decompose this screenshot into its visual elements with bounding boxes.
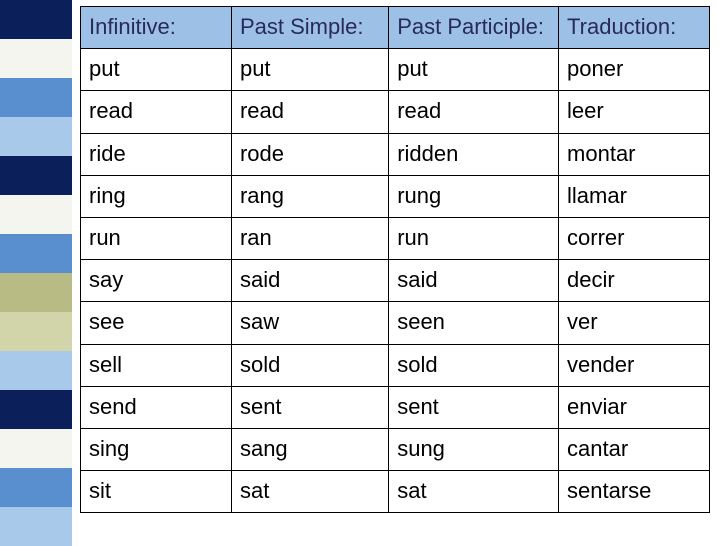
cell-infinitive: send [81, 386, 232, 428]
table-row: sitsatsatsentarse [81, 471, 710, 513]
cell-infinitive: sing [81, 428, 232, 470]
stripe [0, 429, 72, 468]
cell-past-participle: rung [389, 175, 559, 217]
cell-past-simple: saw [231, 302, 388, 344]
cell-traduction: poner [559, 49, 710, 91]
content-area: Infinitive: Past Simple: Past Participle… [72, 0, 728, 546]
cell-past-simple: rode [231, 133, 388, 175]
table-row: rideroderiddenmontar [81, 133, 710, 175]
cell-past-participle: sent [389, 386, 559, 428]
cell-past-participle: sat [389, 471, 559, 513]
header-traduction: Traduction: [559, 7, 710, 49]
cell-infinitive: ring [81, 175, 232, 217]
table-row: runranruncorrer [81, 217, 710, 259]
stripe [0, 351, 72, 390]
cell-infinitive: sit [81, 471, 232, 513]
cell-past-participle: said [389, 260, 559, 302]
cell-traduction: montar [559, 133, 710, 175]
header-past-participle: Past Participle: [389, 7, 559, 49]
table-row: seesawseenver [81, 302, 710, 344]
cell-past-participle: sung [389, 428, 559, 470]
cell-past-participle: ridden [389, 133, 559, 175]
table-header-row: Infinitive: Past Simple: Past Participle… [81, 7, 710, 49]
cell-past-simple: sang [231, 428, 388, 470]
stripe [0, 195, 72, 234]
cell-infinitive: run [81, 217, 232, 259]
table-row: saysaidsaiddecir [81, 260, 710, 302]
cell-traduction: vender [559, 344, 710, 386]
cell-past-simple: sold [231, 344, 388, 386]
table-row: sendsentsentenviar [81, 386, 710, 428]
cell-past-simple: said [231, 260, 388, 302]
cell-past-simple: put [231, 49, 388, 91]
cell-infinitive: put [81, 49, 232, 91]
cell-past-simple: read [231, 91, 388, 133]
header-infinitive: Infinitive: [81, 7, 232, 49]
cell-past-participle: put [389, 49, 559, 91]
table-row: ringrangrungllamar [81, 175, 710, 217]
stripe [0, 117, 72, 156]
cell-infinitive: ride [81, 133, 232, 175]
table-row: sellsoldsoldvender [81, 344, 710, 386]
cell-infinitive: sell [81, 344, 232, 386]
cell-infinitive: say [81, 260, 232, 302]
cell-traduction: cantar [559, 428, 710, 470]
stripe [0, 312, 72, 351]
header-past-simple: Past Simple: [231, 7, 388, 49]
cell-past-simple: sent [231, 386, 388, 428]
cell-past-simple: ran [231, 217, 388, 259]
cell-traduction: sentarse [559, 471, 710, 513]
cell-traduction: correr [559, 217, 710, 259]
decorative-sidebar [0, 0, 72, 546]
cell-traduction: enviar [559, 386, 710, 428]
cell-traduction: llamar [559, 175, 710, 217]
cell-traduction: decir [559, 260, 710, 302]
table-row: singsangsungcantar [81, 428, 710, 470]
cell-past-simple: sat [231, 471, 388, 513]
stripe [0, 273, 72, 312]
table-row: putputputponer [81, 49, 710, 91]
irregular-verbs-table: Infinitive: Past Simple: Past Participle… [80, 6, 710, 513]
stripe [0, 39, 72, 78]
stripe [0, 390, 72, 429]
cell-infinitive: see [81, 302, 232, 344]
cell-traduction: ver [559, 302, 710, 344]
stripe [0, 0, 72, 39]
cell-traduction: leer [559, 91, 710, 133]
stripe [0, 468, 72, 507]
cell-past-participle: read [389, 91, 559, 133]
cell-past-simple: rang [231, 175, 388, 217]
cell-infinitive: read [81, 91, 232, 133]
cell-past-participle: run [389, 217, 559, 259]
stripe [0, 507, 72, 546]
stripe [0, 156, 72, 195]
table-row: readreadreadleer [81, 91, 710, 133]
stripe [0, 78, 72, 117]
cell-past-participle: seen [389, 302, 559, 344]
stripe [0, 234, 72, 273]
cell-past-participle: sold [389, 344, 559, 386]
